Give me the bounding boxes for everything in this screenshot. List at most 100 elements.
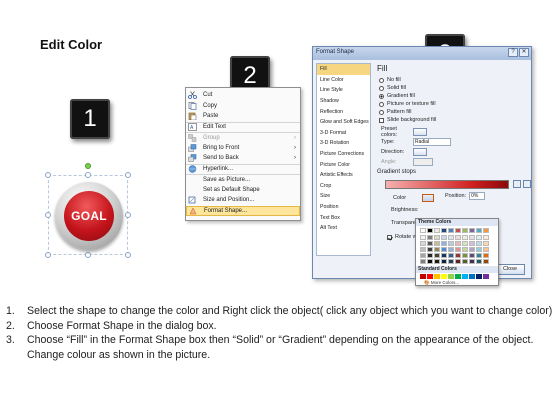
color-swatch[interactable] bbox=[420, 253, 426, 258]
color-swatch[interactable] bbox=[469, 228, 475, 233]
color-swatch[interactable] bbox=[448, 228, 454, 233]
color-swatch[interactable] bbox=[420, 274, 426, 279]
color-swatch[interactable] bbox=[427, 228, 433, 233]
color-swatch[interactable] bbox=[420, 241, 426, 246]
color-swatch[interactable] bbox=[483, 274, 489, 279]
color-swatch[interactable] bbox=[455, 241, 461, 246]
color-swatch[interactable] bbox=[476, 235, 482, 240]
color-swatch[interactable] bbox=[455, 253, 461, 258]
close-icon[interactable]: ✕ bbox=[519, 48, 529, 57]
checkbox-slide-background[interactable]: Slide background fill bbox=[379, 116, 529, 124]
category-crop[interactable]: Crop bbox=[317, 181, 370, 192]
color-swatch[interactable] bbox=[476, 241, 482, 246]
radio-picture-texture-fill[interactable]: Picture or texture fill bbox=[379, 100, 529, 108]
selected-shape[interactable]: GOAL bbox=[45, 163, 131, 258]
menu-item-copy[interactable]: Copy bbox=[186, 101, 300, 112]
radio-no-fill[interactable]: No fill bbox=[379, 76, 529, 84]
help-icon[interactable]: ? bbox=[508, 48, 518, 57]
resize-handle[interactable] bbox=[125, 172, 131, 178]
color-swatch[interactable] bbox=[434, 228, 440, 233]
menu-item-hyperlink[interactable]: Hyperlink... bbox=[186, 163, 300, 175]
color-swatch[interactable] bbox=[441, 241, 447, 246]
radio-gradient-fill[interactable]: Gradient fill bbox=[379, 92, 529, 100]
category-position[interactable]: Position bbox=[317, 202, 370, 213]
position-input[interactable]: 0% bbox=[469, 192, 486, 200]
color-swatch[interactable] bbox=[420, 228, 426, 233]
color-swatch[interactable] bbox=[448, 274, 454, 279]
category-line-style[interactable]: Line Style bbox=[317, 85, 370, 96]
color-swatch[interactable] bbox=[434, 235, 440, 240]
preset-colors-dropdown[interactable] bbox=[413, 128, 427, 136]
color-swatch[interactable] bbox=[427, 235, 433, 240]
menu-item-size-position[interactable]: Size and Position... bbox=[186, 195, 300, 206]
color-swatch[interactable] bbox=[427, 247, 433, 252]
color-swatch[interactable] bbox=[448, 235, 454, 240]
category-fill[interactable]: Fill bbox=[317, 64, 370, 75]
category-text-box[interactable]: Text Box bbox=[317, 212, 370, 223]
type-select[interactable]: Radial bbox=[413, 138, 451, 146]
menu-item-set-default-shape[interactable]: Set as Default Shape bbox=[186, 185, 300, 196]
color-swatch[interactable] bbox=[427, 259, 433, 264]
color-swatch[interactable] bbox=[483, 259, 489, 264]
category-line-color[interactable]: Line Color bbox=[317, 75, 370, 86]
color-swatch[interactable] bbox=[434, 241, 440, 246]
color-swatch[interactable] bbox=[462, 247, 468, 252]
color-swatch[interactable] bbox=[448, 259, 454, 264]
color-swatch[interactable] bbox=[462, 235, 468, 240]
category-artistic-effects[interactable]: Artistic Effects bbox=[317, 170, 370, 181]
category-shadow[interactable]: Shadow bbox=[317, 96, 370, 107]
add-stop-icon[interactable] bbox=[513, 180, 521, 188]
remove-stop-icon[interactable] bbox=[523, 180, 531, 188]
color-swatch[interactable] bbox=[448, 253, 454, 258]
color-swatch[interactable] bbox=[420, 235, 426, 240]
color-swatch[interactable] bbox=[420, 247, 426, 252]
color-swatch[interactable] bbox=[476, 259, 482, 264]
color-swatch[interactable] bbox=[476, 247, 482, 252]
color-swatch[interactable] bbox=[427, 274, 433, 279]
color-swatch[interactable] bbox=[469, 247, 475, 252]
category-picture-corrections[interactable]: Picture Corrections bbox=[317, 149, 370, 160]
paint-bucket-icon[interactable] bbox=[422, 194, 435, 202]
menu-item-send-to-back[interactable]: Send to Back › bbox=[186, 153, 300, 164]
color-swatch[interactable] bbox=[476, 253, 482, 258]
radio-solid-fill[interactable]: Solid fill bbox=[379, 84, 529, 92]
color-swatch[interactable] bbox=[434, 259, 440, 264]
menu-item-group[interactable]: Group › bbox=[186, 132, 300, 143]
category-3d-format[interactable]: 3-D Format bbox=[317, 128, 370, 139]
color-swatch[interactable] bbox=[462, 228, 468, 233]
goal-button[interactable]: GOAL bbox=[64, 191, 114, 241]
menu-item-edit-text[interactable]: A Edit Text bbox=[186, 121, 300, 133]
color-swatch[interactable] bbox=[455, 235, 461, 240]
category-size[interactable]: Size bbox=[317, 191, 370, 202]
color-swatch[interactable] bbox=[441, 228, 447, 233]
resize-handle[interactable] bbox=[45, 252, 51, 258]
color-swatch[interactable] bbox=[455, 274, 461, 279]
color-swatch[interactable] bbox=[469, 253, 475, 258]
color-swatch[interactable] bbox=[434, 247, 440, 252]
close-button[interactable]: Close bbox=[495, 264, 525, 275]
color-swatch[interactable] bbox=[441, 253, 447, 258]
resize-handle[interactable] bbox=[85, 172, 91, 178]
resize-handle[interactable] bbox=[125, 212, 131, 218]
color-swatch[interactable] bbox=[441, 235, 447, 240]
color-swatch[interactable] bbox=[469, 274, 475, 279]
color-swatch[interactable] bbox=[420, 259, 426, 264]
menu-item-paste[interactable]: Paste bbox=[186, 111, 300, 122]
angle-input[interactable] bbox=[413, 158, 433, 166]
color-swatch[interactable] bbox=[462, 253, 468, 258]
color-swatch[interactable] bbox=[455, 247, 461, 252]
color-swatch[interactable] bbox=[441, 274, 447, 279]
menu-item-save-as-picture[interactable]: Save as Picture... bbox=[186, 174, 300, 185]
category-picture-color[interactable]: Picture Color bbox=[317, 159, 370, 170]
menu-item-bring-to-front[interactable]: Bring to Front › bbox=[186, 143, 300, 154]
resize-handle[interactable] bbox=[85, 252, 91, 258]
color-swatch[interactable] bbox=[427, 241, 433, 246]
rotate-checkbox[interactable] bbox=[387, 234, 392, 240]
more-colors-link[interactable]: 🎨 More Colors... bbox=[416, 280, 498, 286]
menu-item-format-shape[interactable]: Format Shape... bbox=[186, 205, 300, 216]
category-3d-rotation[interactable]: 3-D Rotation bbox=[317, 138, 370, 149]
color-swatch[interactable] bbox=[448, 241, 454, 246]
color-swatch[interactable] bbox=[469, 235, 475, 240]
color-swatch[interactable] bbox=[483, 253, 489, 258]
color-swatch[interactable] bbox=[476, 274, 482, 279]
